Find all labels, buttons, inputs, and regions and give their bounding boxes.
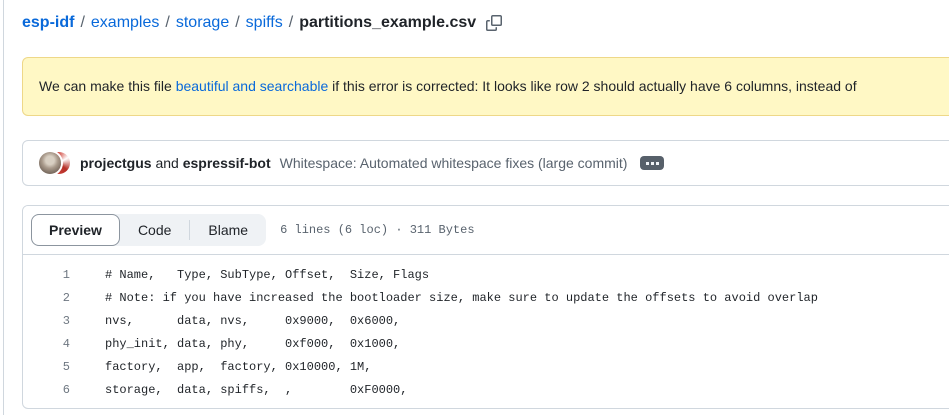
line-code: storage, data, spiffs, , 0xF0000,	[70, 379, 407, 402]
banner-text-before: We can make this file	[39, 78, 176, 94]
tab-preview[interactable]: Preview	[31, 214, 120, 246]
view-mode-segmented-control: Preview Code Blame	[31, 214, 266, 246]
commit-author-2[interactable]: espressif-bot	[183, 155, 271, 171]
code-line: 6 storage, data, spiffs, , 0xF0000,	[23, 379, 949, 402]
file-header: Preview Code Blame 6 lines (6 loc) · 311…	[23, 206, 949, 255]
code-line: 5 factory, app, factory, 0x10000, 1M,	[23, 356, 949, 379]
line-number[interactable]: 5	[23, 356, 70, 379]
file-size-meta: 6 lines (6 loc) · 311 Bytes	[280, 223, 474, 237]
avatar-projectgus[interactable]	[39, 152, 61, 174]
breadcrumb-separator: /	[235, 12, 239, 34]
file-page: esp-idf / examples / storage / spiffs / …	[22, 0, 949, 409]
commit-message[interactable]: Whitespace: Automated whitespace fixes (…	[280, 155, 628, 171]
commit-author-1[interactable]: projectgus	[80, 155, 152, 171]
breadcrumb-repo-link[interactable]: esp-idf	[22, 12, 74, 34]
latest-commit-bar: projectgus and espressif-bot Whitespace:…	[22, 140, 949, 186]
ellipsis-dot	[651, 162, 654, 165]
code-line: 3 nvs, data, nvs, 0x9000, 0x6000,	[23, 310, 949, 333]
banner-text-after: if this error is corrected: It looks lik…	[328, 78, 856, 94]
breadcrumb-link-examples[interactable]: examples	[91, 12, 159, 34]
line-number[interactable]: 4	[23, 333, 70, 356]
commit-author-conjunction: and	[152, 155, 183, 171]
page-left-divider	[3, 0, 4, 415]
csv-error-banner: We can make this file beautiful and sear…	[22, 57, 949, 116]
breadcrumb-link-spiffs[interactable]: spiffs	[246, 12, 283, 34]
breadcrumb-link-storage[interactable]: storage	[176, 12, 229, 34]
commit-ellipsis-expand-button[interactable]	[640, 156, 664, 170]
line-code: factory, app, factory, 0x10000, 1M,	[70, 356, 371, 379]
ellipsis-dot	[656, 162, 659, 165]
line-number[interactable]: 3	[23, 310, 70, 333]
code-area: 1 # Name, Type, SubType, Offset, Size, F…	[23, 255, 949, 408]
commit-avatars	[39, 152, 70, 174]
banner-beautiful-searchable-link[interactable]: beautiful and searchable	[176, 78, 329, 94]
file-content-box: Preview Code Blame 6 lines (6 loc) · 311…	[22, 205, 949, 409]
line-code: nvs, data, nvs, 0x9000, 0x6000,	[70, 310, 400, 333]
breadcrumb-separator: /	[165, 12, 169, 34]
breadcrumb-separator: /	[289, 12, 293, 34]
code-line: 4 phy_init, data, phy, 0xf000, 0x1000,	[23, 333, 949, 356]
line-code: # Note: if you have increased the bootlo…	[70, 287, 818, 310]
line-number[interactable]: 6	[23, 379, 70, 402]
copy-path-icon[interactable]	[486, 15, 502, 31]
line-number[interactable]: 1	[23, 264, 70, 287]
line-number[interactable]: 2	[23, 287, 70, 310]
code-line: 1 # Name, Type, SubType, Offset, Size, F…	[23, 264, 949, 287]
code-line: 2 # Note: if you have increased the boot…	[23, 287, 949, 310]
breadcrumb-filename: partitions_example.csv	[299, 12, 476, 34]
line-code: # Name, Type, SubType, Offset, Size, Fla…	[70, 264, 429, 287]
ellipsis-dot	[646, 162, 649, 165]
breadcrumb-separator: /	[80, 12, 84, 34]
tab-blame[interactable]: Blame	[190, 214, 266, 246]
line-code: phy_init, data, phy, 0xf000, 0x1000,	[70, 333, 400, 356]
tab-code[interactable]: Code	[120, 214, 189, 246]
breadcrumb: esp-idf / examples / storage / spiffs / …	[22, 12, 949, 34]
